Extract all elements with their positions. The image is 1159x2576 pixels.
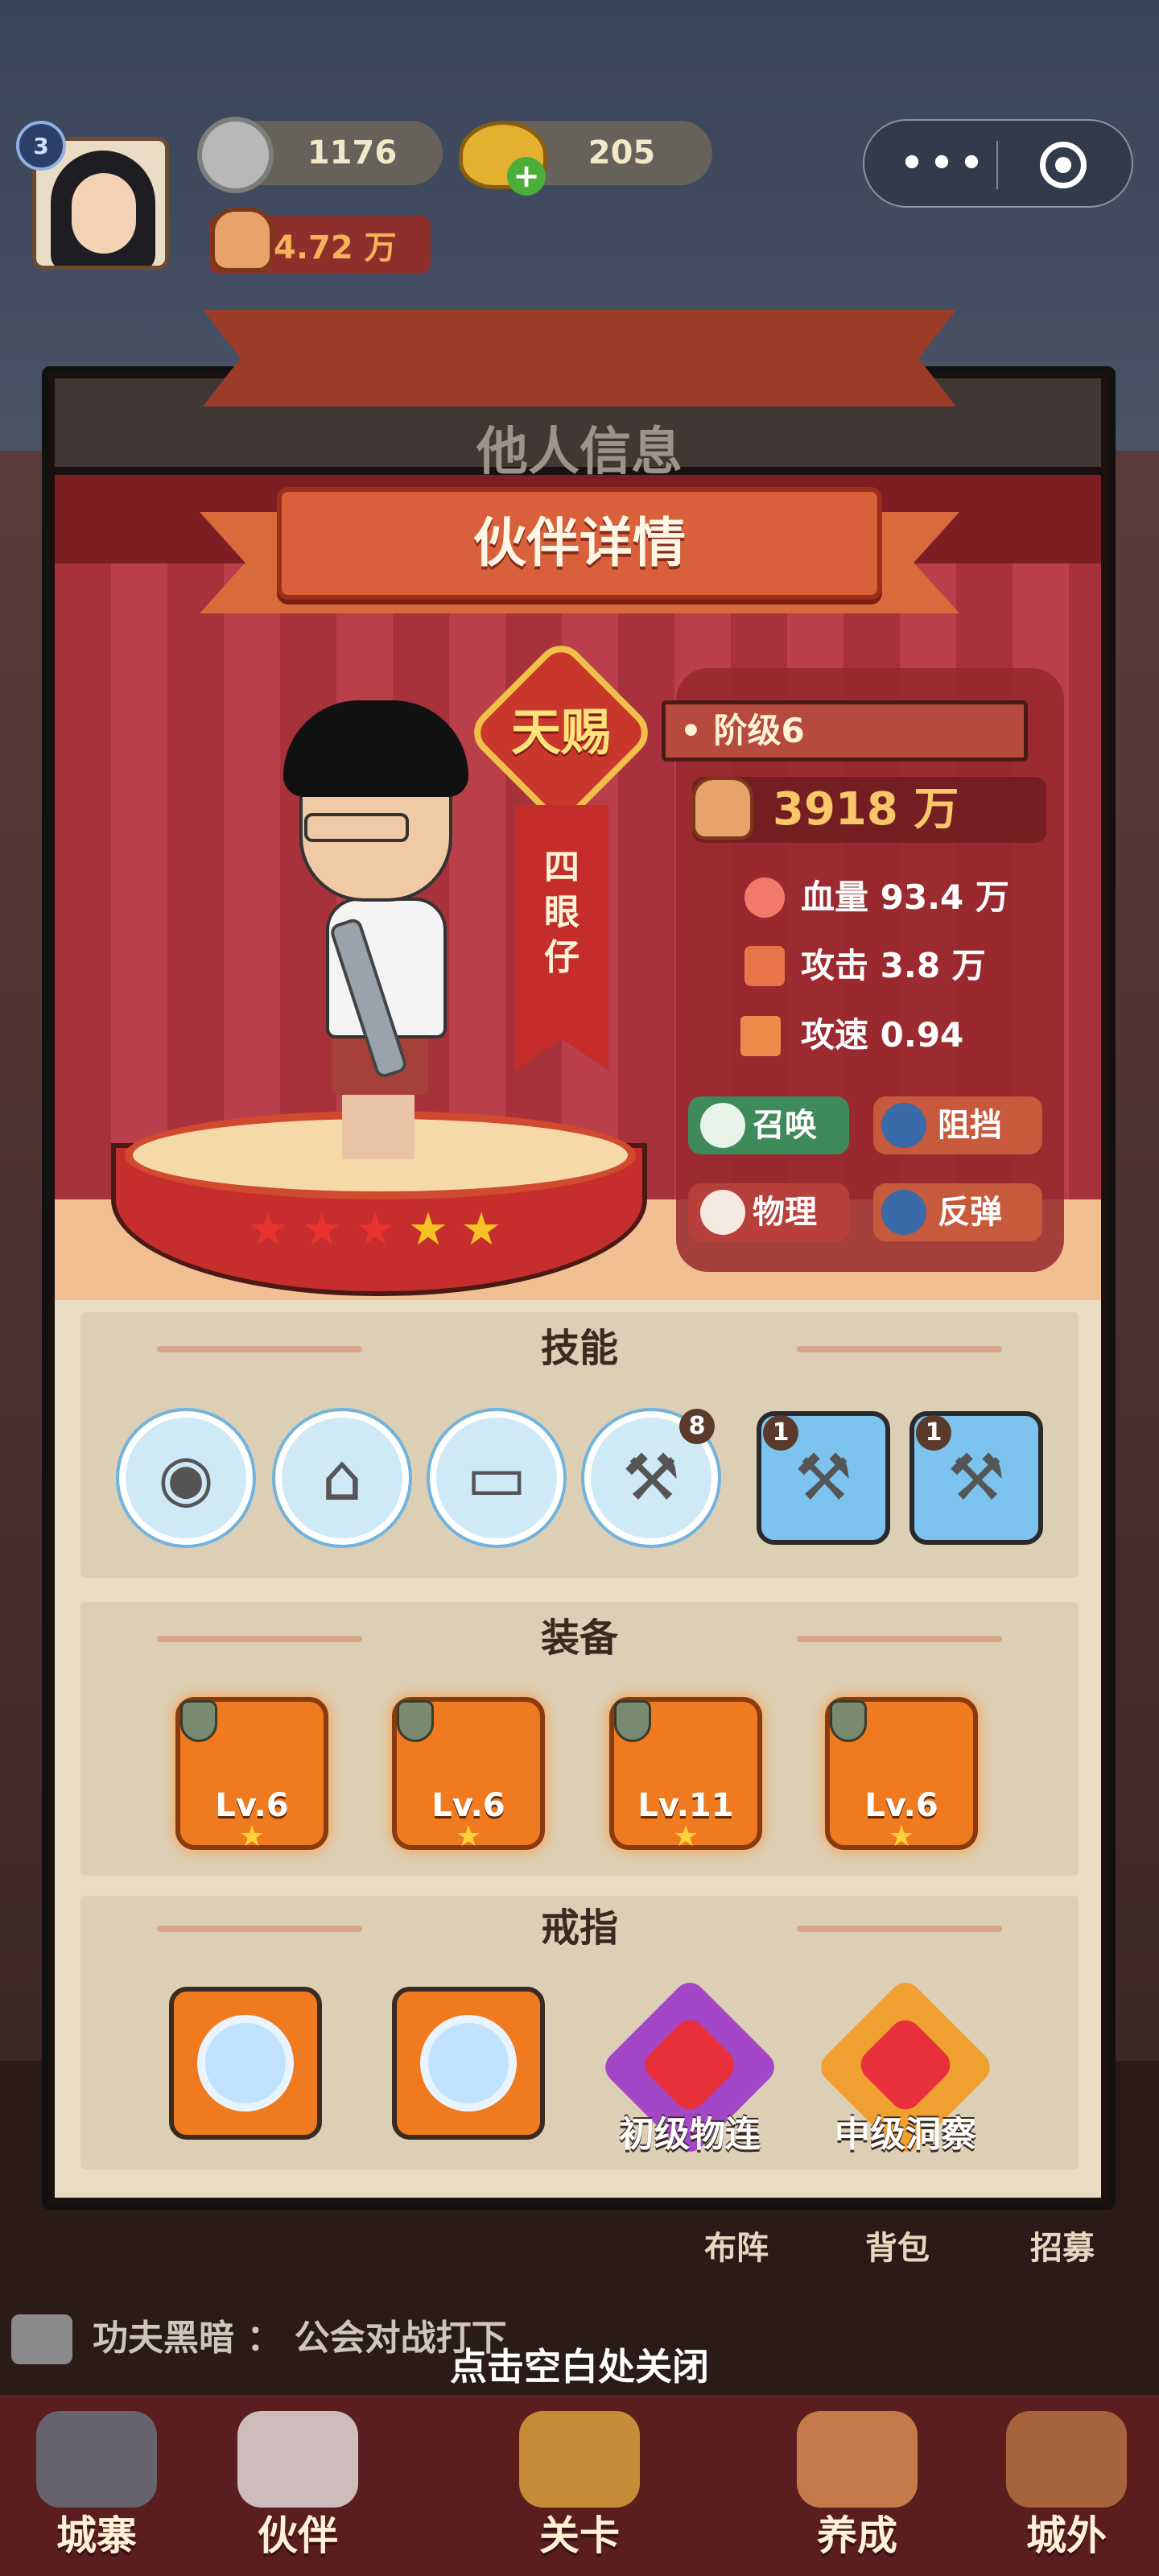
nav-养成[interactable]: 养成 <box>777 2504 938 2568</box>
stat-speed-value: 0.94 <box>880 1015 964 1055</box>
silver-value: 1176 <box>307 134 398 171</box>
tag-block-text: 阻挡 <box>938 1107 1002 1144</box>
partner-name-text: 四眼仔 <box>544 847 580 978</box>
tag-summon-text: 召唤 <box>753 1107 817 1144</box>
stat-attack-value: 3.8 万 <box>880 946 986 985</box>
nav-城寨[interactable]: 城寨 <box>16 2504 177 2568</box>
more-menu-button[interactable]: ••• <box>895 137 992 190</box>
star-icon: ★ <box>301 1203 343 1256</box>
van-icon-glyph: ▭ <box>466 1440 527 1515</box>
skill-badge: 8 <box>679 1409 715 1444</box>
ring-label: 中级洞察 <box>835 2114 976 2155</box>
recruit-button[interactable]: 招募 <box>1030 2222 1119 2270</box>
divider-right <box>797 1926 1002 1932</box>
nav-2-icon <box>519 2411 640 2508</box>
nav-3-icon <box>797 2411 918 2508</box>
divider-left <box>157 1346 362 1352</box>
banner-back <box>203 310 956 407</box>
backpack-button[interactable]: 背包 <box>865 2222 954 2270</box>
silver-coin-icon <box>197 117 274 193</box>
glasses-icon <box>304 813 409 842</box>
van-dash-icon-glyph: ⌂ <box>321 1440 363 1515</box>
star-icon: ★ <box>407 1203 449 1256</box>
sword-icon <box>744 946 785 986</box>
stat-hp-label: 血量 <box>801 877 869 917</box>
rank-text: 天赐 <box>510 703 611 762</box>
tag-reflect-text: 反弹 <box>938 1194 1002 1231</box>
shield-icon <box>700 1103 745 1148</box>
stat-hp-value: 93.4 万 <box>880 877 1009 917</box>
shield-icon <box>180 1700 217 1742</box>
stat-speed-label: 攻速 <box>801 1015 869 1055</box>
fist-icon <box>692 777 753 840</box>
nav-1-icon <box>237 2411 358 2508</box>
nav-伙伴[interactable]: 伙伴 <box>217 2504 378 2568</box>
divider-left <box>157 1926 362 1932</box>
background-info-title: 他人信息 <box>476 423 683 482</box>
tire-icon-glyph: ◉ <box>158 1440 214 1515</box>
close-program-icon[interactable] <box>1040 142 1087 188</box>
chat-sender: 功夫黑暗 <box>93 2318 234 2359</box>
add-gold-icon[interactable]: + <box>507 157 546 196</box>
divider-right <box>797 1346 1002 1352</box>
ring-gem <box>197 2015 294 2112</box>
skill-badge: 1 <box>763 1415 798 1451</box>
heart-icon <box>744 877 785 918</box>
star-icon: ★ <box>888 1820 915 1853</box>
star-icon: ★ <box>354 1203 396 1256</box>
stat-speed: 攻速 0.94 <box>801 1011 1050 1059</box>
shield-icon <box>830 1700 867 1742</box>
reflect-icon <box>881 1190 926 1235</box>
star-icon: ★ <box>238 1820 266 1853</box>
divider-left <box>157 1636 362 1642</box>
divider-right <box>797 1636 1002 1642</box>
nav-城外[interactable]: 城外 <box>986 2504 1147 2568</box>
player-level-badge: 3 <box>16 121 66 171</box>
nav-0-icon <box>36 2411 157 2508</box>
nav-关卡[interactable]: 关卡 <box>499 2504 660 2568</box>
chat-icon[interactable] <box>11 2314 72 2364</box>
partner-name: 四眼仔 <box>515 845 608 1006</box>
star-icon: ★ <box>247 1203 289 1256</box>
star-icon: ★ <box>460 1203 502 1256</box>
panel-title: 伙伴详情 <box>473 512 686 574</box>
capsule-divider <box>996 141 998 189</box>
star-icon: ★ <box>455 1820 482 1853</box>
fist-icon <box>700 1190 745 1235</box>
shield-icon <box>614 1700 651 1742</box>
stat-hp: 血量 93.4 万 <box>801 873 1050 922</box>
nav-4-icon <box>1006 2411 1127 2508</box>
close-hint[interactable]: 点击空白处关闭 <box>338 2339 821 2395</box>
block-icon <box>881 1103 926 1148</box>
tier-label: • 阶级6 <box>662 700 1028 762</box>
stat-attack-label: 攻击 <box>801 946 869 985</box>
tag-physical-text: 物理 <box>753 1194 817 1231</box>
skill-badge: 1 <box>916 1415 951 1451</box>
tier-text: 阶级6 <box>713 711 805 750</box>
formation-button[interactable]: 布阵 <box>704 2222 793 2270</box>
fist-icon <box>211 208 274 272</box>
shield-icon <box>397 1700 434 1742</box>
partner-power: 3918 万 <box>773 783 959 836</box>
gold-value: 205 <box>588 134 656 171</box>
stat-attack: 攻击 3.8 万 <box>801 942 1050 990</box>
ring-label: 初级物连 <box>619 2114 761 2155</box>
ring-gem <box>420 2015 517 2112</box>
wing-icon <box>740 1016 781 1056</box>
star-icon: ★ <box>672 1820 699 1853</box>
